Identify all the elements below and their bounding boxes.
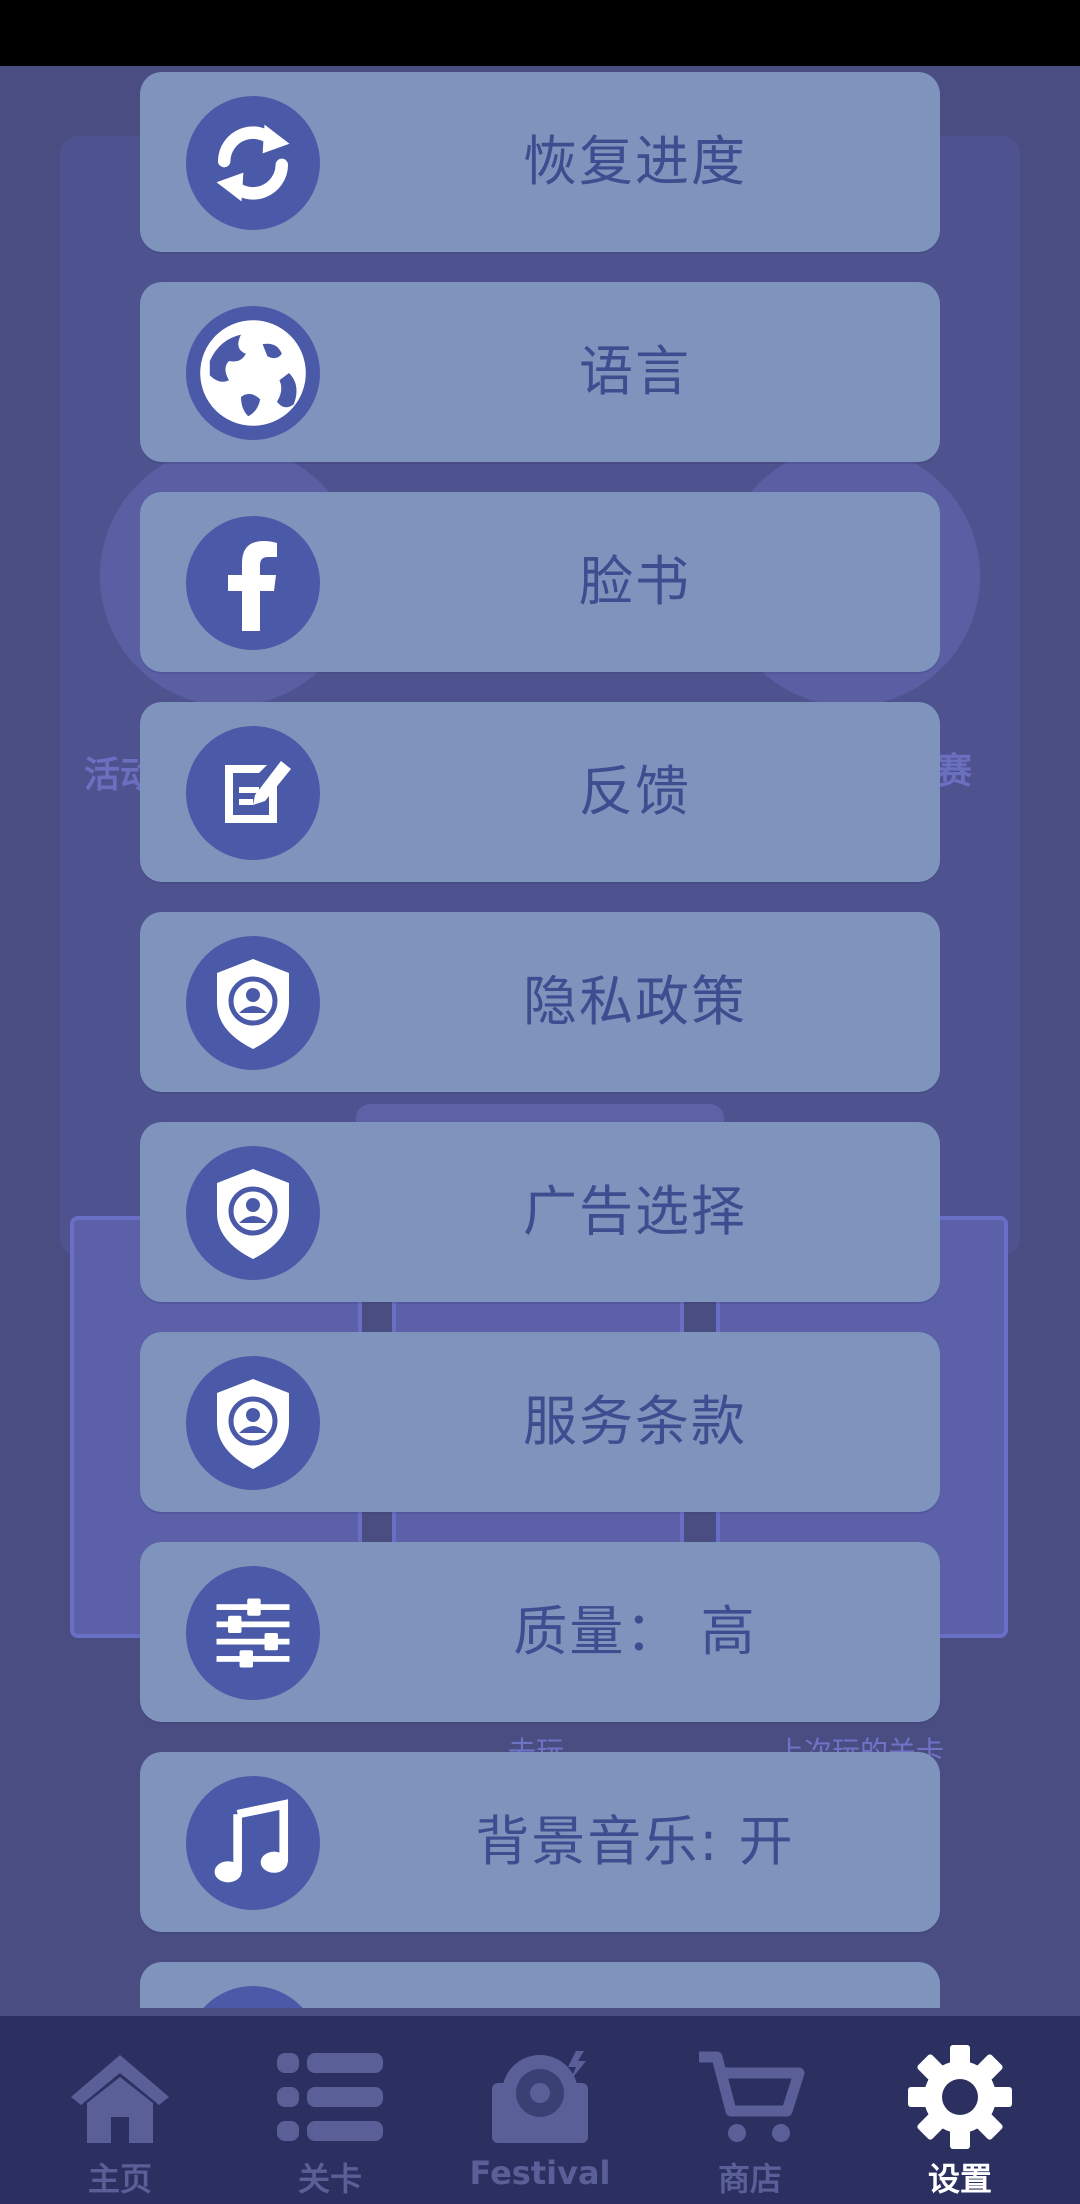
- settings-item-label: 恢复进度: [523, 130, 747, 193]
- settings-item-label: 背景音乐: 开: [475, 1810, 795, 1873]
- settings-list[interactable]: 恢复进度 语言 脸书 反馈 隐私政策 广告选择 服务条款 质量： 高 背景音乐:…: [140, 72, 940, 2008]
- settings-item-ad-choices[interactable]: 广告选择: [140, 1122, 940, 1302]
- nav-shop-label: 商店: [717, 2160, 782, 2198]
- settings-item-terms[interactable]: 服务条款: [140, 1332, 940, 1512]
- nav-shop[interactable]: 商店: [642, 2016, 858, 2204]
- settings-item-label: 服务条款: [523, 1390, 747, 1453]
- nav-levels[interactable]: 关卡: [222, 2016, 438, 2204]
- partial-item-icon: [186, 1986, 320, 2008]
- nav-home[interactable]: 主页: [12, 2016, 228, 2204]
- settings-item-language[interactable]: 语言: [140, 282, 940, 462]
- settings-item-label: 脸书: [579, 550, 691, 613]
- sync-icon: [186, 96, 320, 230]
- settings-item-restore[interactable]: 恢复进度: [140, 72, 940, 252]
- cart-icon: [690, 2042, 810, 2152]
- shield-user-icon: [186, 1356, 320, 1490]
- settings-item-label: 隐私政策: [523, 970, 747, 1033]
- settings-item-privacy[interactable]: 隐私政策: [140, 912, 940, 1092]
- status-bar: [0, 0, 1080, 66]
- nav-festival[interactable]: Festival: [432, 2016, 648, 2204]
- nav-festival-label: Festival: [469, 2154, 611, 2192]
- shield-user-icon: [186, 1146, 320, 1280]
- settings-item-facebook[interactable]: 脸书: [140, 492, 940, 672]
- settings-item-label: 语言: [579, 340, 691, 403]
- globe-icon: [186, 306, 320, 440]
- nav-levels-label: 关卡: [297, 2160, 362, 2198]
- music-note-icon: [186, 1776, 320, 1910]
- settings-item-partial[interactable]: [140, 1962, 940, 2008]
- nav-settings[interactable]: 设置: [852, 2016, 1068, 2204]
- settings-item-feedback[interactable]: 反馈: [140, 702, 940, 882]
- settings-item-bgm[interactable]: 背景音乐: 开: [140, 1752, 940, 1932]
- settings-item-quality[interactable]: 质量： 高: [140, 1542, 940, 1722]
- home-icon: [60, 2042, 180, 2152]
- settings-item-label: 反馈: [579, 760, 691, 823]
- sliders-icon: [186, 1566, 320, 1700]
- facebook-icon: [186, 516, 320, 650]
- settings-item-label: 质量： 高: [513, 1600, 757, 1663]
- gear-icon: [900, 2042, 1020, 2152]
- list-icon: [270, 2042, 390, 2152]
- nav-home-label: 主页: [87, 2160, 152, 2198]
- shield-user-icon: [186, 936, 320, 1070]
- nav-settings-label: 设置: [927, 2160, 992, 2198]
- record-icon: [480, 2042, 600, 2152]
- settings-item-label: 广告选择: [523, 1180, 747, 1243]
- feedback-icon: [186, 726, 320, 860]
- bottom-nav: 主页 关卡 Festival 商店 设置: [0, 2016, 1080, 2204]
